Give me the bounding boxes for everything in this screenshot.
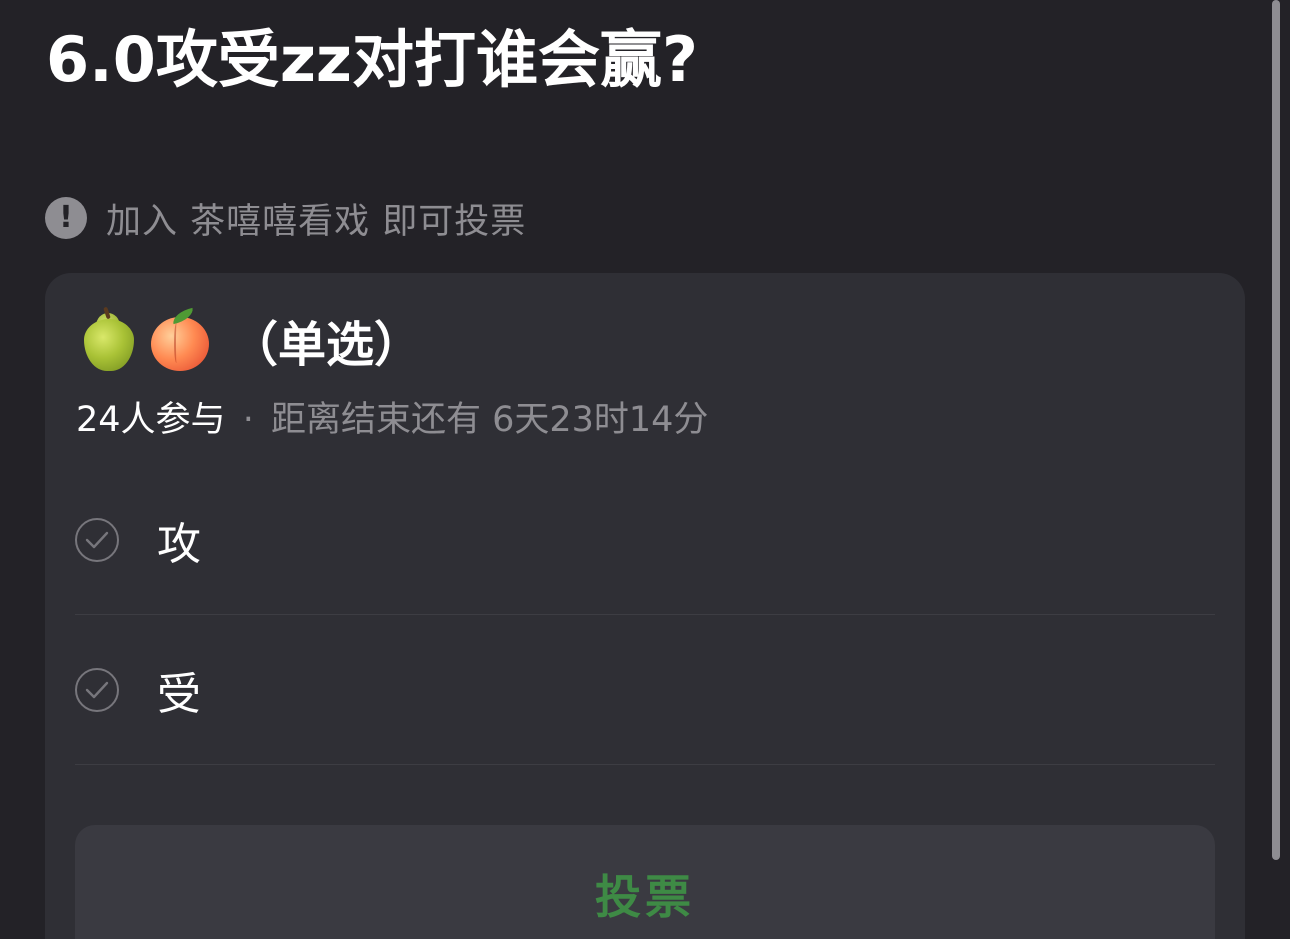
join-notice[interactable]: ! 加入 茶嘻嘻看戏 即可投票 xyxy=(45,196,526,242)
poll-header: （单选） xyxy=(78,306,423,373)
post-title: 6.0攻受zz对打谁会赢? xyxy=(46,23,698,96)
vote-button[interactable]: 投票 xyxy=(75,825,1215,939)
poll-card: （单选） 24人参与 · 距离结束还有 6天23时14分 攻 受 投票 xyxy=(45,273,1245,939)
notice-text: 加入 茶嘻嘻看戏 即可投票 xyxy=(106,201,527,242)
poll-meta: 24人参与 · 距离结束还有 6天23时14分 xyxy=(76,391,708,442)
poll-type-label: （单选） xyxy=(230,317,423,373)
exclamation-icon: ! xyxy=(45,197,87,239)
meta-separator: · xyxy=(242,400,254,440)
check-circle-icon[interactable] xyxy=(75,667,119,712)
poll-option-shou[interactable]: 受 xyxy=(75,615,1215,765)
page: 6.0攻受zz对打谁会赢? ! 加入 茶嘻嘻看戏 即可投票 （单选） 24人参与… xyxy=(0,0,1290,939)
participant-count: 24人参与 xyxy=(76,400,226,440)
pear-icon xyxy=(78,306,140,371)
time-remaining: 距离结束还有 6天23时14分 xyxy=(270,400,709,440)
option-label: 受 xyxy=(157,668,201,720)
poll-option-gong[interactable]: 攻 xyxy=(75,465,1215,615)
vote-button-label: 投票 xyxy=(595,870,695,924)
option-label: 攻 xyxy=(157,518,201,570)
poll-options: 攻 受 xyxy=(75,465,1215,765)
scrollbar[interactable] xyxy=(1272,0,1280,860)
peach-icon xyxy=(148,307,210,371)
check-circle-icon[interactable] xyxy=(75,517,119,562)
